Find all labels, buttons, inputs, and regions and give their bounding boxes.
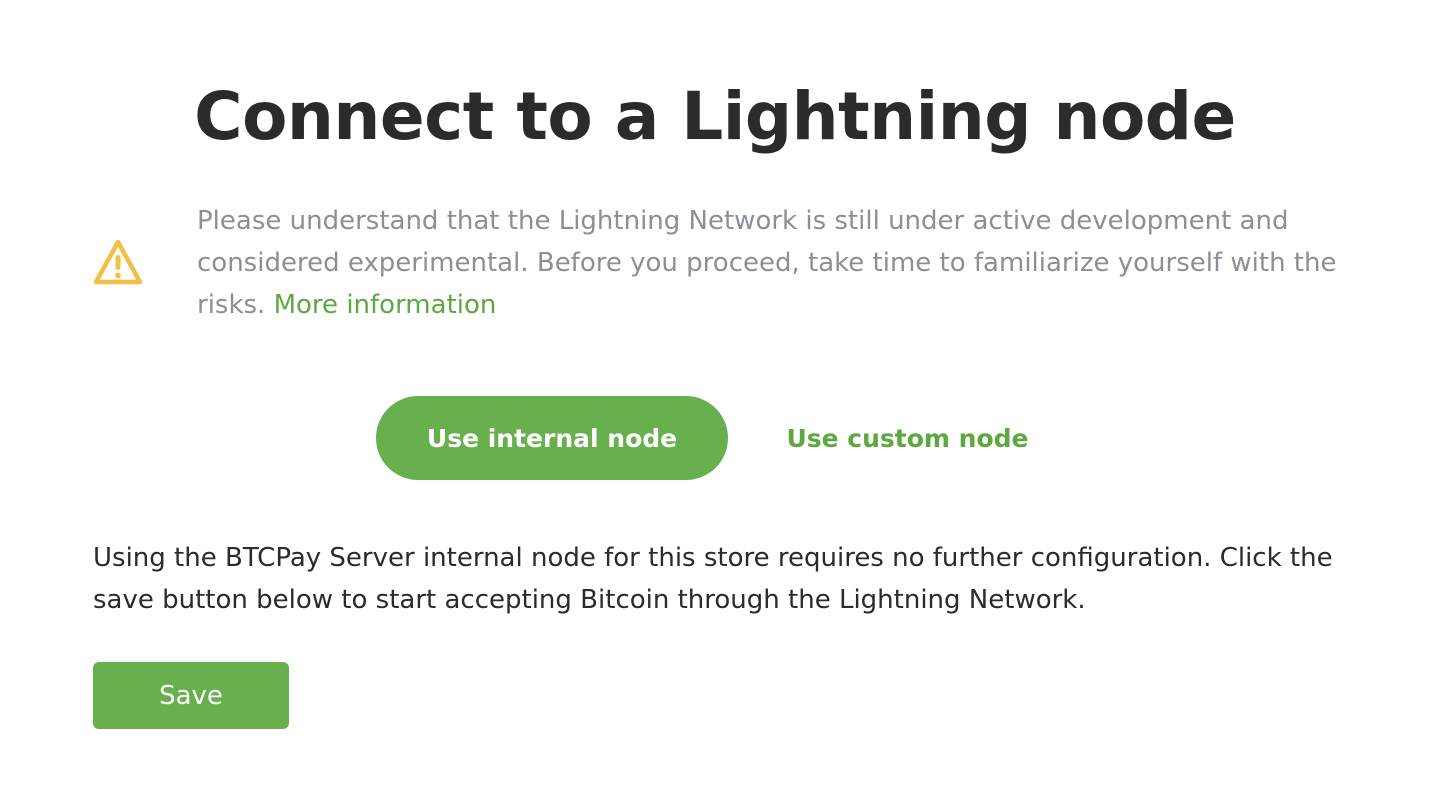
save-button[interactable]: Save <box>93 662 289 729</box>
use-custom-node-button[interactable]: Use custom node <box>760 396 1055 480</box>
more-information-link[interactable]: More information <box>274 290 497 320</box>
internal-node-description: Using the BTCPay Server internal node fo… <box>93 543 1333 615</box>
experimental-warning: Please understand that the Lightning Net… <box>93 200 1343 330</box>
node-type-toggle: Use internal node Use custom node <box>0 396 1430 480</box>
page-title: Connect to a Lightning node <box>194 78 1236 155</box>
warning-message: Please understand that the Lightning Net… <box>197 200 1343 326</box>
lightning-setup-page: Connect to a Lightning node Please under… <box>0 0 1430 800</box>
use-internal-node-button[interactable]: Use internal node <box>376 396 728 480</box>
warning-triangle-icon <box>93 238 143 286</box>
